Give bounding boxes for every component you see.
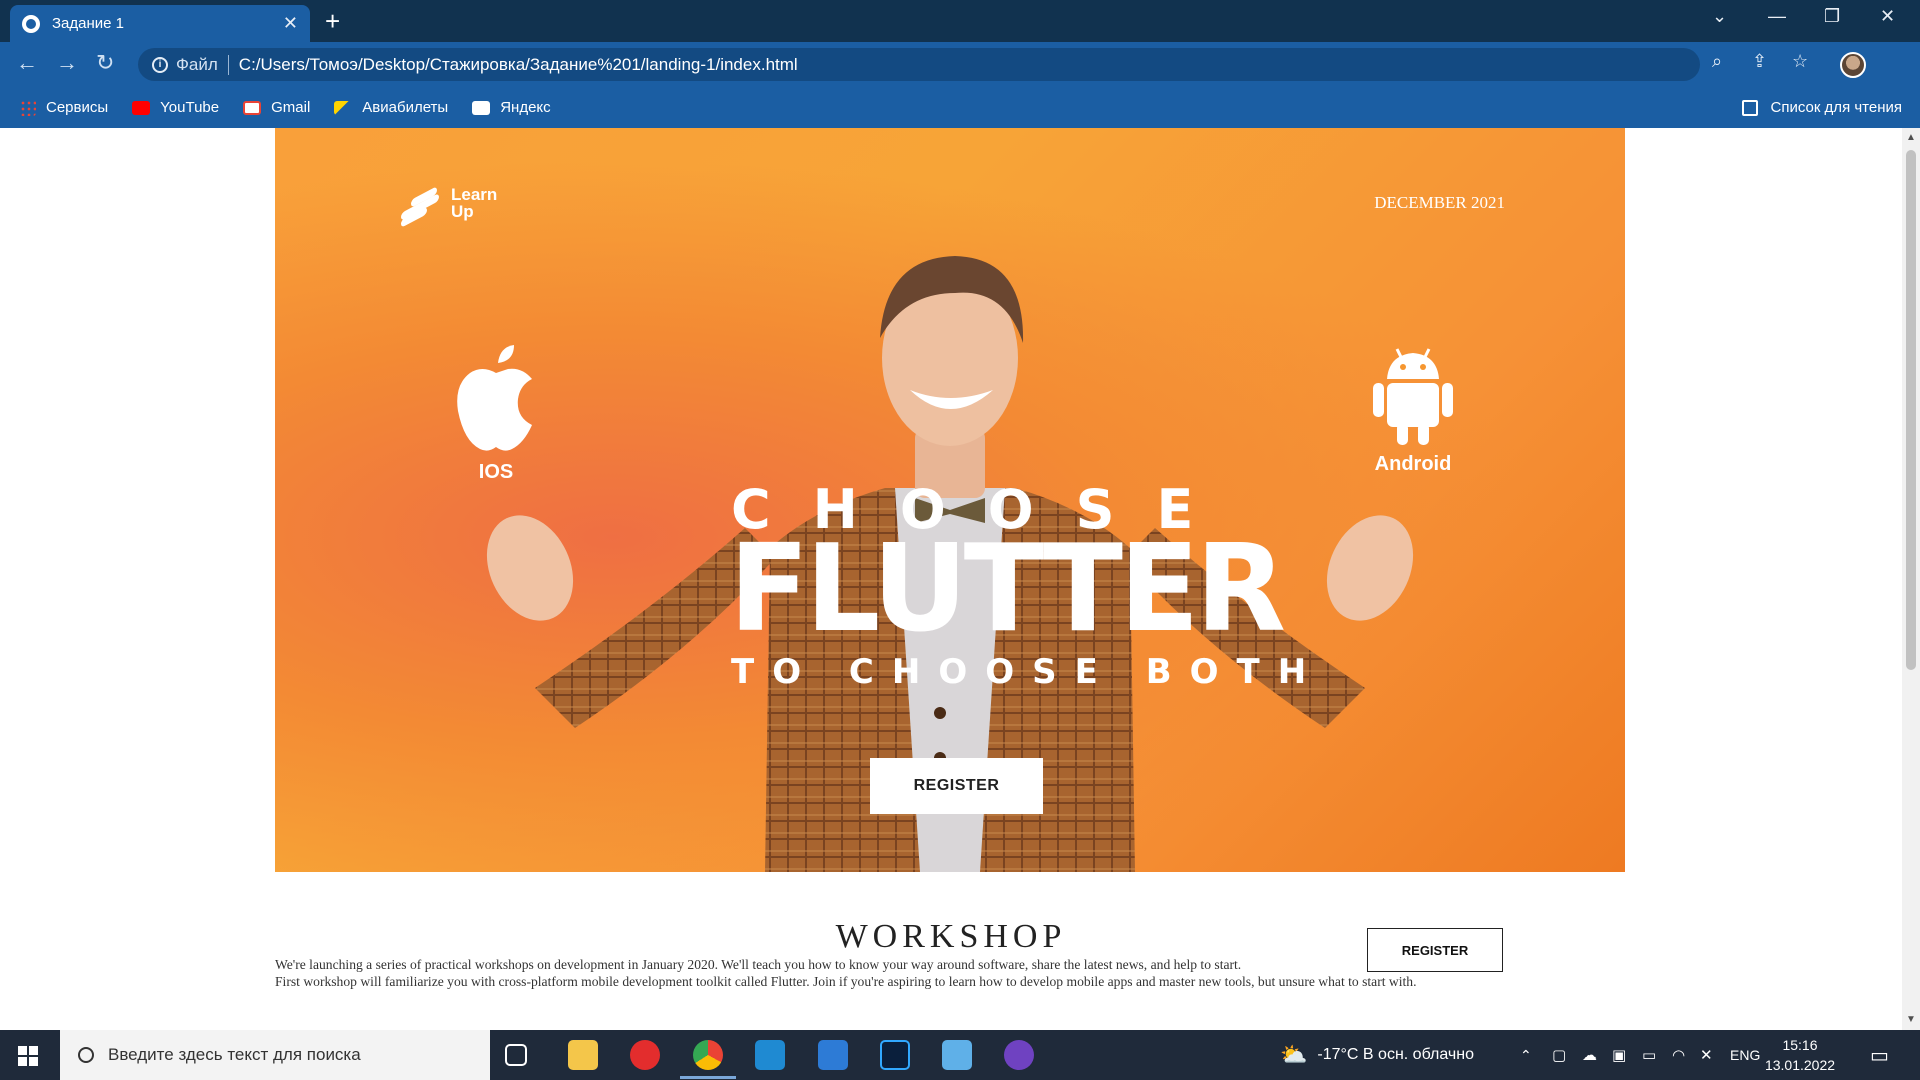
youtube-icon xyxy=(132,100,151,115)
notification-center-icon[interactable]: ▭ xyxy=(1870,1030,1889,1080)
apps-grid-icon xyxy=(20,99,36,116)
address-url[interactable]: C:/Users/Томоэ/Desktop/Стажировка/Задани… xyxy=(239,55,798,75)
address-bar[interactable]: i Файл C:/Users/Томоэ/Desktop/Стажировка… xyxy=(138,48,1700,81)
page-scrollbar[interactable]: ▲ ▼ xyxy=(1902,128,1920,1030)
bookmark-label: Gmail xyxy=(271,99,311,116)
hero-register-button[interactable]: REGISTER xyxy=(870,758,1043,814)
plane-icon xyxy=(334,100,353,115)
workshop-title: WORKSHOP xyxy=(835,918,1067,955)
input-language[interactable]: ENG xyxy=(1730,1030,1760,1080)
headline-to-choose-both: TO CHOOSE BOTH xyxy=(731,652,1325,692)
tab-strip: Задание 1 ✕ + ⌄ — ❐ ✕ xyxy=(0,0,1920,42)
vscode-icon[interactable] xyxy=(755,1040,785,1070)
reload-icon[interactable]: ↻ xyxy=(96,50,114,76)
logo-line-1: Learn xyxy=(451,185,498,204)
learnup-logo[interactable]: Learn Up xyxy=(397,183,497,228)
taskbar-search-placeholder: Введите здесь текст для поиска xyxy=(108,1045,361,1064)
weather-text: -17°C В осн. облачно xyxy=(1317,1046,1474,1063)
minimize-button[interactable]: — xyxy=(1768,6,1786,27)
android-icon xyxy=(1373,348,1453,445)
windows-taskbar: Введите здесь текст для поиска ⛅ -17°C В… xyxy=(0,1030,1920,1080)
bookmark-flights[interactable]: Авиабилеты xyxy=(334,99,448,116)
tab-title: Задание 1 xyxy=(52,15,125,32)
bookmark-star-icon[interactable]: ☆ xyxy=(1792,51,1808,72)
remote-desktop-icon[interactable] xyxy=(942,1040,972,1070)
reading-list-label: Список для чтения xyxy=(1770,99,1902,116)
workshop-description: We're launching a series of practical wo… xyxy=(275,956,1565,990)
back-arrow-icon[interactable]: ← xyxy=(16,50,38,76)
address-separator xyxy=(227,54,229,75)
new-tab-button[interactable]: + xyxy=(325,8,340,34)
bookmark-label: Яндекс xyxy=(500,99,551,116)
event-date: DECEMBER 2021 xyxy=(1374,193,1505,212)
system-clock[interactable]: 15:16 13.01.2022 xyxy=(1760,1035,1840,1075)
apple-icon xyxy=(457,345,532,451)
scroll-up-arrow-icon[interactable]: ▲ xyxy=(1906,132,1916,143)
search-icon xyxy=(78,1047,94,1063)
tray-chevron-icon[interactable]: ⌃ xyxy=(1520,1030,1532,1080)
reading-list-icon xyxy=(1742,99,1759,116)
clock-time: 15:16 xyxy=(1782,1037,1818,1053)
learnup-logo-mark-icon xyxy=(397,183,445,228)
address-scheme: Файл xyxy=(176,54,218,74)
volume-muted-icon[interactable]: ✕ xyxy=(1700,1030,1713,1080)
android-label: Android xyxy=(1374,453,1452,475)
learnup-logo-text: Learn Up xyxy=(451,186,497,220)
weather-widget[interactable]: ⛅ -17°C В осн. облачно xyxy=(1280,1030,1474,1080)
windows-start-icon[interactable] xyxy=(18,1046,38,1066)
reading-list-button[interactable]: Список для чтения xyxy=(1742,87,1902,128)
site-info-icon[interactable]: i xyxy=(152,56,168,73)
globe-icon xyxy=(22,14,40,33)
restore-button[interactable]: ❐ xyxy=(1824,6,1840,27)
profile-avatar[interactable] xyxy=(1840,52,1866,78)
yandex-browser-icon[interactable] xyxy=(630,1040,660,1070)
headline-flutter: FLUTTER xyxy=(729,520,1286,659)
github-desktop-icon[interactable] xyxy=(1004,1040,1034,1070)
ios-label: IOS xyxy=(478,461,514,483)
bookmark-label: Сервисы xyxy=(46,99,109,116)
forward-arrow-icon[interactable]: → xyxy=(56,50,78,76)
workshop-text-line-1: We're launching a series of practical wo… xyxy=(275,957,1242,972)
clock-date: 13.01.2022 xyxy=(1764,1057,1836,1073)
workshop-text-line-2: First workshop will familiarize you with… xyxy=(275,974,1417,989)
weather-cloud-icon: ⛅ xyxy=(1280,1042,1308,1067)
bookmark-label: YouTube xyxy=(160,99,220,116)
logo-line-2: Up xyxy=(451,202,474,221)
bookmark-youtube[interactable]: YouTube xyxy=(132,99,219,116)
taskbar-search-box[interactable]: Введите здесь текст для поиска xyxy=(60,1030,490,1080)
tab-search-chevron-icon[interactable]: ⌄ xyxy=(1712,6,1727,27)
hero-banner: Learn Up DECEMBER 2021 IOS Android CHOOS… xyxy=(275,128,1625,872)
scrollbar-thumb[interactable] xyxy=(1906,150,1916,670)
photoshop-icon[interactable] xyxy=(880,1040,910,1070)
bookmarks-bar: Сервисы YouTube Gmail Авиабилеты Яндекс … xyxy=(0,87,1920,128)
page-viewport: Learn Up DECEMBER 2021 IOS Android CHOOS… xyxy=(0,128,1902,1030)
window-close-button[interactable]: ✕ xyxy=(1880,6,1895,27)
zoom-icon[interactable]: ⌕ xyxy=(1712,51,1722,72)
tray-meet-icon[interactable]: ▢ xyxy=(1552,1030,1566,1080)
bookmark-services[interactable]: Сервисы xyxy=(20,99,108,116)
share-icon[interactable]: ⇪ xyxy=(1752,51,1767,72)
ios-platform: IOS xyxy=(450,343,542,484)
tray-app-icon[interactable]: ▣ xyxy=(1612,1030,1626,1080)
chrome-active-indicator xyxy=(680,1076,736,1079)
bookmark-label: Авиабилеты xyxy=(362,99,449,116)
yandex-icon xyxy=(472,100,491,115)
tab-close-icon[interactable]: ✕ xyxy=(283,13,298,34)
tab-active[interactable]: Задание 1 ✕ xyxy=(10,5,310,42)
browser-toolbar: ← → ↻ i Файл C:/Users/Томоэ/Desktop/Стаж… xyxy=(0,42,1920,108)
chrome-icon[interactable] xyxy=(693,1040,723,1070)
task-view-icon[interactable] xyxy=(505,1044,527,1066)
file-explorer-icon[interactable] xyxy=(568,1040,598,1070)
battery-icon[interactable]: ▭ xyxy=(1642,1030,1656,1080)
bookmark-yandex[interactable]: Яндекс xyxy=(472,99,551,116)
wifi-icon[interactable]: ◠ xyxy=(1672,1030,1685,1080)
onedrive-icon[interactable]: ☁ xyxy=(1582,1030,1597,1080)
android-platform: Android xyxy=(1358,343,1468,476)
scroll-down-arrow-icon[interactable]: ▼ xyxy=(1906,1014,1916,1025)
bookmark-gmail[interactable]: Gmail xyxy=(243,99,310,116)
gmail-icon xyxy=(243,100,262,115)
control-panel-icon[interactable] xyxy=(818,1040,848,1070)
